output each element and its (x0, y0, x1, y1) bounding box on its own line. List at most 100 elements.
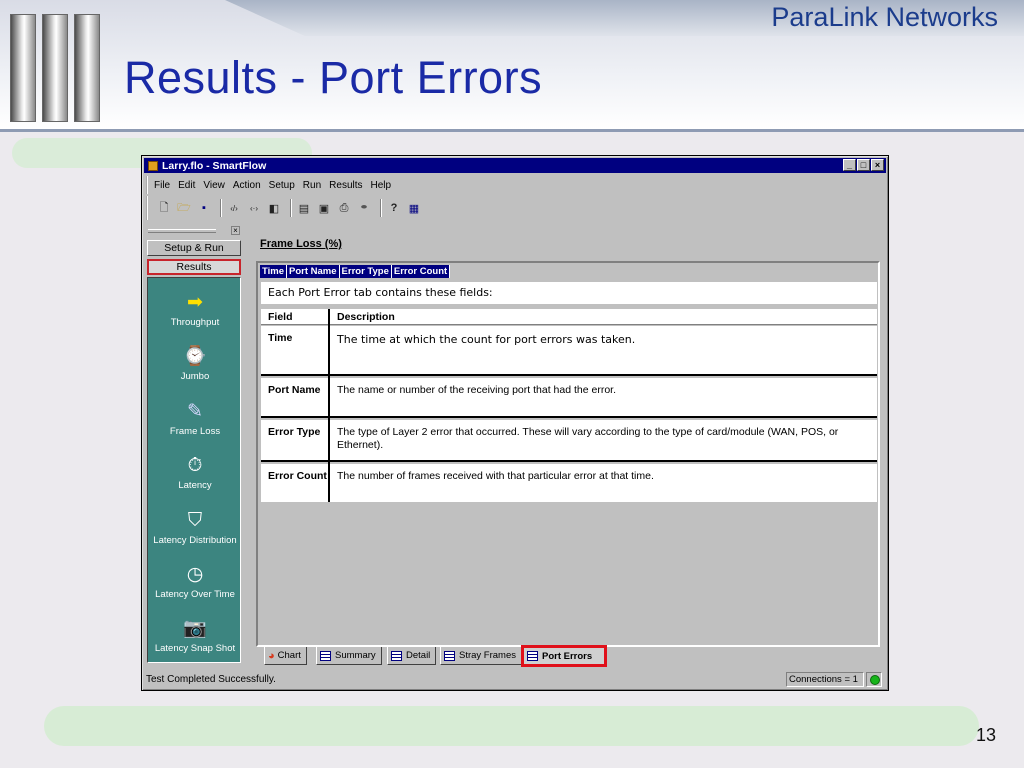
close-icon[interactable]: × (231, 226, 240, 235)
logo-bar-1 (10, 14, 36, 122)
tab-label: Port Errors (542, 650, 593, 662)
row-field: Port Name (268, 384, 321, 396)
tab-chart[interactable]: ◕ Chart (264, 647, 307, 665)
row-field: Error Type (268, 426, 321, 438)
menu-file[interactable]: File (154, 180, 170, 191)
sidebar-item-latency-over-time[interactable]: ◷ Latency Over Time (148, 564, 242, 600)
report-icon[interactable]: ▤ (296, 200, 312, 216)
tab-detail[interactable]: Detail (387, 647, 437, 665)
maximize-button[interactable]: □ (857, 159, 870, 171)
import-icon[interactable]: ◧ (266, 200, 282, 216)
save-results-icon[interactable]: ▣ (316, 200, 332, 216)
status-message: Test Completed Successfully. (146, 674, 276, 685)
logo-bar-3 (74, 14, 100, 122)
sidebar-item-throughput[interactable]: ➡ Throughput (148, 292, 242, 328)
sidebar-item-latency[interactable]: ⏱ Latency (148, 455, 242, 491)
menu-edit[interactable]: Edit (178, 180, 195, 191)
column-headers: Time Port Name Error Type Error Count (260, 265, 451, 278)
row-description: The number of frames received with that … (337, 470, 654, 482)
row-description: The name or number of the receiving port… (337, 384, 616, 396)
menu-run[interactable]: Run (303, 180, 321, 191)
table-icon (391, 650, 402, 661)
column-header-error-type[interactable]: Error Type (339, 265, 392, 278)
menu-help[interactable]: Help (371, 180, 392, 191)
window-titlebar[interactable]: Larry.flo - SmartFlow _ □ × (144, 158, 886, 173)
sidebar-item-latency-snap-shot[interactable]: 📷 Latency Snap Shot (148, 618, 242, 654)
header-field: Field (268, 311, 293, 323)
connections-indicator: Connections = 1 (786, 672, 864, 687)
column-header-port-name[interactable]: Port Name (287, 265, 340, 278)
tab-stray-frames[interactable]: Stray Frames (440, 647, 523, 665)
menu-results[interactable]: Results (329, 180, 362, 191)
row-description: The time at which the count for port err… (337, 333, 636, 346)
tab-label: Stray Frames (459, 650, 517, 661)
sidebar-item-jumbo[interactable]: ⌚ Jumbo (148, 346, 242, 382)
sidebar: × Setup & Run Results ➡ Throughput ⌚ Jum… (146, 226, 242, 678)
toolbar-separator (380, 199, 382, 217)
minimize-button[interactable]: _ (843, 159, 856, 171)
table-icon (527, 651, 538, 661)
brand-name: ParaLink Networks (771, 2, 998, 32)
results-button[interactable]: Results (147, 259, 241, 275)
field-description-table: Each Port Error tab contains these field… (261, 282, 877, 502)
connection-status-icon (866, 672, 882, 687)
frame-loss-icon: ✎ (187, 401, 203, 422)
tab-label: Summary (335, 650, 376, 661)
stop-icon[interactable]: ⬬ (356, 200, 372, 216)
sidebar-item-label: Latency Distribution (153, 535, 237, 546)
sidebar-item-label: Latency Snap Shot (154, 643, 236, 654)
tab-port-errors[interactable]: Port Errors (521, 645, 607, 667)
tab-label: Chart (277, 650, 301, 661)
port-errors-grid: Time Port Name Error Type Error Count Ea… (256, 261, 880, 647)
tab-summary[interactable]: Summary (316, 647, 382, 665)
sidebar-item-frame-loss[interactable]: ✎ Frame Loss (148, 401, 242, 437)
help-icon[interactable]: ? (386, 200, 402, 216)
row-field: Time (268, 332, 293, 344)
window-title: Larry.flo - SmartFlow (162, 159, 267, 172)
menu-bar: File Edit View Action Setup Run Results … (146, 176, 399, 194)
row-description: The type of Layer 2 error that occurred.… (337, 426, 839, 451)
column-divider (328, 309, 330, 502)
toolbar: 🗋 🗁 ▪ ‹/› ‹·› ◧ ▤ ▣ ⎙ ⬬ ? ▦ (146, 196, 884, 220)
table-row: Time The time at which the count for por… (261, 326, 877, 376)
smartflow-window: Larry.flo - SmartFlow _ □ × File Edit Vi… (141, 155, 889, 691)
column-header-error-count[interactable]: Error Count (391, 265, 451, 278)
table-header-row: Field Description (261, 309, 877, 325)
sidebar-item-label: Jumbo (180, 371, 210, 382)
arrows-icon[interactable]: ‹·› (246, 200, 262, 216)
sidebar-item-latency-distribution[interactable]: ⛉ Latency Distribution (148, 510, 242, 546)
tab-label: Detail (406, 650, 431, 661)
save-icon[interactable]: ▪ (196, 200, 212, 216)
code-icon[interactable]: ‹/› (226, 200, 242, 216)
table-icon (320, 650, 331, 661)
app-icon (148, 160, 158, 171)
slide-background: Results - Port Errors ParaLink Networks … (0, 0, 1024, 768)
open-folder-icon[interactable]: 🗁 (176, 200, 192, 216)
toolbar-separator (290, 199, 292, 217)
chart-icon: ◕ (268, 649, 275, 662)
table-intro: Each Port Error tab contains these field… (261, 282, 877, 304)
header-description: Description (337, 311, 395, 323)
sidebar-item-label: Latency Over Time (155, 589, 235, 600)
table-icon (444, 650, 455, 661)
results-content: Frame Loss (%) Time Port Name Error Type… (252, 226, 884, 678)
close-button[interactable]: × (871, 159, 884, 171)
table-row: Error Count The number of frames receive… (261, 464, 877, 502)
menu-view[interactable]: View (203, 180, 225, 191)
bucket-icon: ⛉ (187, 510, 203, 531)
camera-icon: 📷 (183, 618, 207, 639)
print-icon[interactable]: ⎙ (336, 200, 352, 216)
new-file-icon[interactable]: 🗋 (156, 200, 172, 216)
status-bar: Test Completed Successfully. Connections… (144, 672, 886, 688)
menu-setup[interactable]: Setup (269, 180, 295, 191)
setup-run-button[interactable]: Setup & Run (147, 240, 241, 256)
window-icon[interactable]: ▦ (406, 200, 422, 216)
menu-action[interactable]: Action (233, 180, 261, 191)
footer-band (44, 706, 979, 746)
sidebar-grip[interactable]: × (146, 226, 242, 236)
section-title[interactable]: Frame Loss (%) (260, 238, 342, 250)
column-header-time[interactable]: Time (260, 265, 288, 278)
sidebar-item-label: Frame Loss (169, 426, 221, 437)
arrow-icon: ➡ (187, 292, 203, 313)
slide-title: Results - Port Errors (124, 52, 543, 103)
